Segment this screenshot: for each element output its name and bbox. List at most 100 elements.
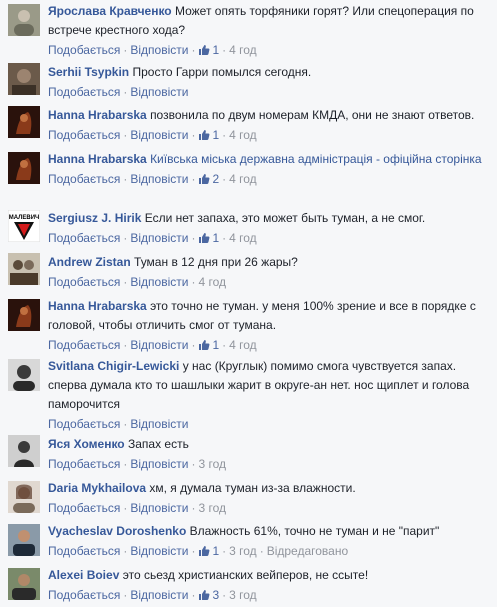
avatar[interactable] — [8, 106, 40, 138]
separator: · — [191, 544, 196, 558]
comment: Svitlana Chigir-Lewicki у нас (Круглык) … — [0, 357, 497, 434]
page-link[interactable]: Київська міська державна адміністрація -… — [150, 152, 482, 166]
comment-author[interactable]: Svitlana Chigir-Lewicki — [48, 359, 179, 373]
like-link[interactable]: Подобається — [48, 43, 120, 57]
comment: Hanna Hrabarska Київська міська державна… — [0, 150, 497, 191]
avatar[interactable] — [8, 152, 40, 184]
separator: · — [222, 43, 227, 57]
avatar[interactable] — [8, 253, 40, 285]
reply-link[interactable]: Відповісти — [130, 128, 188, 142]
comment-author[interactable]: Alexei Boiev — [48, 568, 119, 582]
timestamp[interactable]: 4 год — [229, 43, 257, 57]
comment-author[interactable]: Andrew Zistan — [48, 255, 131, 269]
avatar[interactable] — [8, 4, 40, 36]
comment-author[interactable]: Vyacheslav Doroshenko — [48, 524, 186, 538]
like-count[interactable]: 2 — [212, 172, 219, 186]
reply-link[interactable]: Відповісти — [130, 457, 188, 471]
like-link[interactable]: Подобається — [48, 172, 120, 186]
reply-link[interactable]: Відповісти — [130, 231, 188, 245]
comment: Alexei Boiev это сьезд христианских вейп… — [0, 566, 497, 607]
reply-link[interactable]: Відповісти — [130, 501, 188, 515]
reply-link[interactable]: Відповісти — [130, 338, 188, 352]
comment-author[interactable]: Serhii Tsypkin — [48, 65, 129, 79]
reply-link[interactable]: Відповісти — [130, 172, 188, 186]
comment-text: Влажность 61%, точно не туман и не "пари… — [189, 524, 440, 538]
like-link[interactable]: Подобається — [48, 85, 120, 99]
comment-text: Если нет запаха, это может быть туман, а… — [144, 211, 426, 225]
like-count[interactable]: 3 — [212, 588, 219, 602]
like-icon — [198, 172, 210, 191]
like-link[interactable]: Подобається — [48, 275, 120, 289]
timestamp[interactable]: 3 год — [198, 457, 226, 471]
avatar[interactable] — [8, 359, 40, 391]
comment-text: Просто Гарри помылся сегодня. — [132, 65, 312, 79]
like-count[interactable]: 1 — [212, 544, 219, 558]
like-link[interactable]: Подобається — [48, 417, 120, 431]
like-count[interactable]: 1 — [212, 43, 219, 57]
like-count[interactable]: 1 — [212, 231, 219, 245]
timestamp[interactable]: 4 год — [198, 275, 226, 289]
reply-link[interactable]: Відповісти — [130, 544, 188, 558]
separator: · — [123, 338, 128, 352]
avatar[interactable]: МАЛЕВИЧ — [8, 210, 40, 242]
like-count[interactable]: 1 — [212, 128, 219, 142]
like-icon — [198, 338, 210, 357]
like-icon — [198, 544, 210, 563]
timestamp[interactable]: 3 год — [198, 501, 226, 515]
like-link[interactable]: Подобається — [48, 231, 120, 245]
edited-label[interactable]: Відредаговано — [267, 544, 348, 558]
comment: Hanna Hrabarska это точно не туман. у ме… — [0, 297, 497, 357]
avatar[interactable] — [8, 299, 40, 331]
comment-author[interactable]: Hanna Hrabarska — [48, 152, 147, 166]
like-link[interactable]: Подобається — [48, 128, 120, 142]
comment-actions: Подобається · Відповісти · 2 · 4 год — [48, 170, 491, 191]
separator: · — [123, 231, 128, 245]
like-link[interactable]: Подобається — [48, 544, 120, 558]
comment-author[interactable]: Hanna Hrabarska — [48, 299, 147, 313]
separator: · — [191, 338, 196, 352]
timestamp[interactable]: 3 год — [229, 588, 257, 602]
comment-text: это сьезд христианских вейперов, не ссыт… — [122, 568, 369, 582]
comment-text: позвонила по двум номерам КМДА, они не з… — [150, 108, 475, 122]
like-link[interactable]: Подобається — [48, 588, 120, 602]
comment-actions: Подобається · Відповісти · 1 · 3 год · Відредаго… — [48, 542, 491, 563]
like-link[interactable]: Подобається — [48, 338, 120, 352]
comment-author[interactable]: Ярослава Кравченко — [48, 4, 172, 18]
reply-link[interactable]: Відповісти — [130, 588, 188, 602]
timestamp[interactable]: 4 год — [229, 128, 257, 142]
comment-author[interactable]: Яся Хоменко — [48, 437, 125, 451]
comment: Serhii Tsypkin Просто Гарри помылся сего… — [0, 63, 497, 102]
reply-link[interactable]: Відповісти — [130, 85, 188, 99]
separator: · — [191, 275, 196, 289]
comment-author[interactable]: Daria Mykhailova — [48, 481, 146, 495]
comment-author[interactable]: Hanna Hrabarska — [48, 108, 147, 122]
comment-actions: Подобається · Відповісти — [48, 415, 491, 434]
comment-author[interactable]: Sergiusz J. Hirik — [48, 211, 141, 225]
like-link[interactable]: Подобається — [48, 457, 120, 471]
timestamp[interactable]: 4 год — [229, 231, 257, 245]
separator: · — [123, 172, 128, 186]
separator: · — [222, 128, 227, 142]
comment: Яся Хоменко Запах есть Подобається · Відпо… — [0, 435, 497, 474]
comment-actions: Подобається · Відповісти · 3 год — [48, 499, 491, 518]
avatar[interactable] — [8, 524, 40, 556]
timestamp[interactable]: 3 год — [229, 544, 257, 558]
like-count[interactable]: 1 — [212, 338, 219, 352]
like-link[interactable]: Подобається — [48, 501, 120, 515]
timestamp[interactable]: 4 год — [229, 338, 257, 352]
reply-link[interactable]: Відповісти — [130, 275, 188, 289]
reply-link[interactable]: Відповісти — [130, 417, 188, 431]
reply-link[interactable]: Відповісти — [130, 43, 188, 57]
separator: · — [123, 85, 128, 99]
avatar[interactable] — [8, 568, 40, 600]
avatar[interactable] — [8, 481, 40, 513]
separator: · — [123, 501, 128, 515]
avatar[interactable] — [8, 63, 40, 95]
separator: · — [123, 275, 128, 289]
avatar[interactable] — [8, 435, 40, 467]
like-icon — [198, 231, 210, 250]
separator: · — [191, 43, 196, 57]
separator: · — [191, 588, 196, 602]
comment-actions: Подобається · Відповісти · 3 год — [48, 455, 491, 474]
timestamp[interactable]: 4 год — [229, 172, 257, 186]
